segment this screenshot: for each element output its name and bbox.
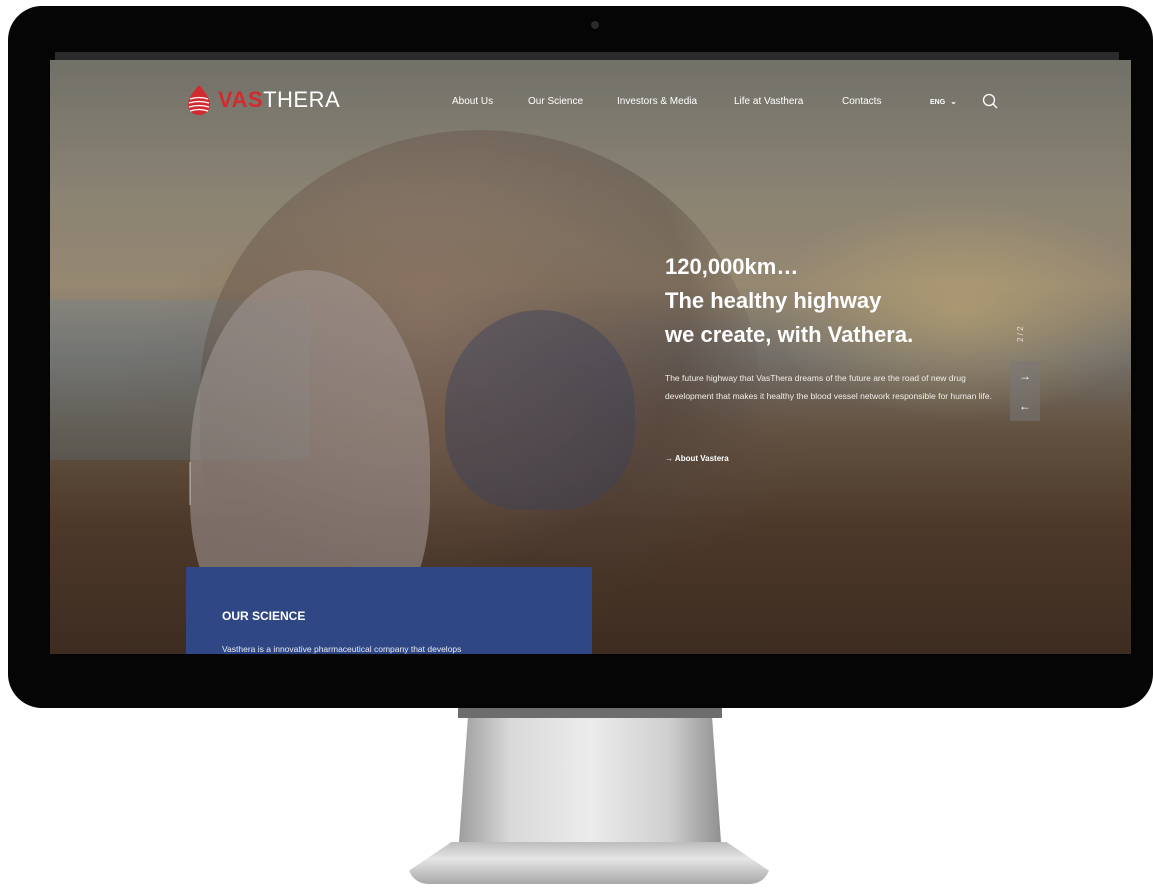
screen-top-strip bbox=[55, 52, 1119, 60]
search-icon[interactable] bbox=[982, 93, 998, 109]
monitor-stand-shadow bbox=[458, 708, 722, 718]
language-selector[interactable]: ENG ⌄ bbox=[930, 97, 957, 106]
logo-text-thera: THERA bbox=[263, 87, 341, 112]
arrow-right-icon: → bbox=[1019, 369, 1031, 383]
language-label: ENG bbox=[930, 99, 946, 106]
image-overlay bbox=[50, 60, 1131, 654]
next-slide-button[interactable]: → bbox=[1010, 361, 1040, 391]
camera-icon bbox=[591, 21, 599, 29]
website-screen: VAS THERA About Us Our Science Investors… bbox=[50, 60, 1131, 654]
hero-description: The future highway that VasThera dreams … bbox=[665, 373, 992, 401]
monitor-stand bbox=[458, 708, 722, 856]
logo-text-vas: VAS bbox=[218, 87, 264, 112]
about-vastera-link[interactable]: → About Vastera bbox=[665, 454, 729, 463]
hero-headline-line-3: we create, with Vathera. bbox=[665, 322, 914, 347]
logo-icon bbox=[188, 85, 210, 115]
hero-headline-line-1: 120,000km… bbox=[665, 254, 799, 279]
site-logo[interactable]: VAS THERA bbox=[186, 84, 340, 116]
our-science-title: OUR SCIENCE bbox=[222, 609, 306, 623]
nav-our-science[interactable]: Our Science bbox=[528, 96, 583, 107]
prev-slide-button[interactable]: ← bbox=[1010, 391, 1040, 421]
nav-life-at-vasthera[interactable]: Life at Vasthera bbox=[734, 96, 803, 107]
monitor-base bbox=[408, 842, 770, 884]
our-science-text: Vasthera is a innovative pharmaceutical … bbox=[222, 644, 462, 654]
nav-contacts[interactable]: Contacts bbox=[842, 96, 881, 107]
hero-headline-line-2: The healthy highway bbox=[665, 288, 882, 313]
nav-about-us[interactable]: About Us bbox=[452, 96, 493, 107]
slide-counter: 2 / 2 bbox=[1016, 326, 1025, 342]
arrow-left-icon: ← bbox=[1019, 399, 1031, 413]
our-science-card[interactable]: OUR SCIENCE Vasthera is a innovative pha… bbox=[186, 567, 592, 654]
nav-investors-media[interactable]: Investors & Media bbox=[617, 96, 697, 107]
scroll-down-icon[interactable] bbox=[186, 462, 194, 506]
chevron-down-icon: ⌄ bbox=[950, 97, 957, 106]
